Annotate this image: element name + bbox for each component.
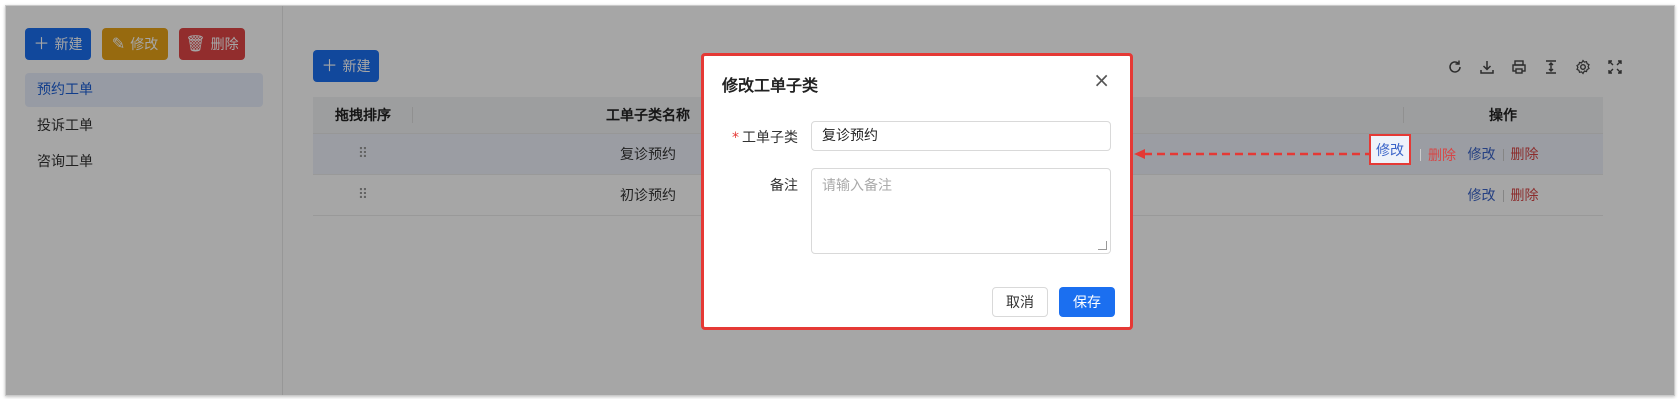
- remark-field-label: 备注: [770, 178, 798, 194]
- app-window: ＋ 新建 ✎ 修改 🗑 删除 预约工单 投诉工单 咨询工单 ＋ 新建 拖拽排序 …: [5, 5, 1675, 396]
- resize-handle-icon[interactable]: [1098, 241, 1107, 250]
- remark-textarea[interactable]: 请输入备注: [811, 168, 1111, 254]
- remark-placeholder: 请输入备注: [822, 178, 892, 194]
- highlighted-delete-link[interactable]: 删除: [1428, 145, 1456, 165]
- highlighted-edit-link[interactable]: 修改: [1376, 140, 1404, 160]
- annotation-highlight-box: 修改: [1369, 134, 1411, 165]
- dialog-title: 修改工单子类: [722, 76, 819, 95]
- save-button[interactable]: 保存: [1059, 287, 1115, 317]
- subtype-input[interactable]: 复诊预约: [811, 121, 1111, 151]
- annotation-arrow: [1134, 149, 1370, 159]
- cancel-button[interactable]: 取消: [992, 287, 1048, 317]
- close-icon[interactable]: ×: [1093, 70, 1110, 90]
- subtype-field-label: * 工单子类: [732, 130, 798, 146]
- edit-subtype-dialog: 修改工单子类 × * 工单子类 复诊预约 备注 请输入备注 取消 保存: [701, 53, 1133, 330]
